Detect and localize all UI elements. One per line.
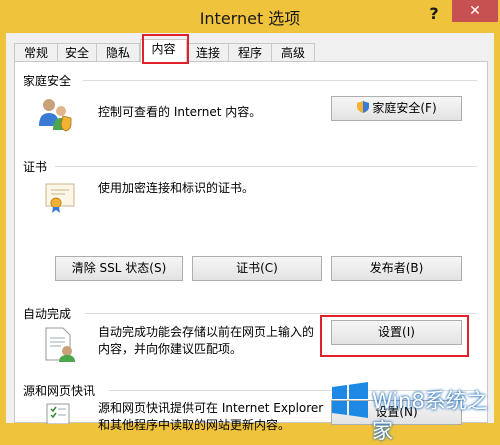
feeds-description-line2: 和其他程序中读取的网站更新内容。 [98, 418, 291, 432]
windows-logo-icon [332, 382, 368, 418]
shield-icon [357, 101, 370, 113]
feeds-icon [46, 403, 70, 424]
family-safety-button[interactable]: 家庭安全(F) [331, 96, 462, 121]
content-tab-panel: 家庭安全 控制可查看的 Internet 内容。 家庭安全(F) 证书 使用加密… [14, 61, 488, 432]
autocomplete-settings-button[interactable]: 设置(I) [331, 320, 462, 345]
certificates-button[interactable]: 证书(C) [192, 256, 322, 281]
dialog-client-area: 常规 安全 隐私 内容 连接 程序 高级 家庭安全 控制可查看的 Interne… [6, 33, 494, 432]
tab-advanced[interactable]: 高级 [271, 43, 315, 63]
autocomplete-description-line1: 自动完成功能会存储以前在网页上输入的 [98, 325, 315, 339]
certificates-heading: 证书 [23, 160, 48, 174]
tab-privacy[interactable]: 隐私 [96, 43, 140, 63]
watermark-text: Win8系统之家 [372, 389, 488, 443]
tab-connections[interactable]: 连接 [187, 43, 229, 63]
tab-general[interactable]: 常规 [14, 43, 58, 63]
internet-options-dialog: Internet 选项 ? ✕ 常规 安全 隐私 内容 连接 程序 高级 家庭安… [0, 0, 500, 443]
tab-content[interactable]: 内容 [140, 39, 187, 63]
section-divider [83, 80, 477, 81]
autocomplete-icon [45, 327, 75, 362]
clear-ssl-state-button[interactable]: 清除 SSL 状态(S) [55, 256, 183, 281]
family-safety-button-label: 家庭安全(F) [372, 101, 437, 115]
family-safety-description: 控制可查看的 Internet 内容。 [98, 105, 262, 119]
feeds-heading: 源和网页快讯 [23, 384, 96, 398]
tab-security[interactable]: 安全 [57, 43, 97, 63]
publishers-button[interactable]: 发布者(B) [331, 256, 462, 281]
section-divider [85, 313, 477, 314]
certificates-description: 使用加密连接和标识的证书。 [98, 181, 255, 195]
tab-programs[interactable]: 程序 [228, 43, 272, 63]
autocomplete-description-line2: 内容，并向你建议匹配项。 [98, 342, 243, 356]
certificate-icon [45, 183, 75, 213]
family-safety-heading: 家庭安全 [23, 74, 72, 88]
section-divider [55, 166, 477, 167]
autocomplete-heading: 自动完成 [23, 307, 72, 321]
close-button[interactable]: ✕ [452, 0, 498, 22]
help-button[interactable]: ? [423, 3, 445, 25]
family-safety-icon [39, 99, 72, 132]
feeds-description-line1: 源和网页快讯提供可在 Internet Explorer [98, 401, 324, 415]
title-bar[interactable]: Internet 选项 ? ✕ [0, 0, 500, 33]
